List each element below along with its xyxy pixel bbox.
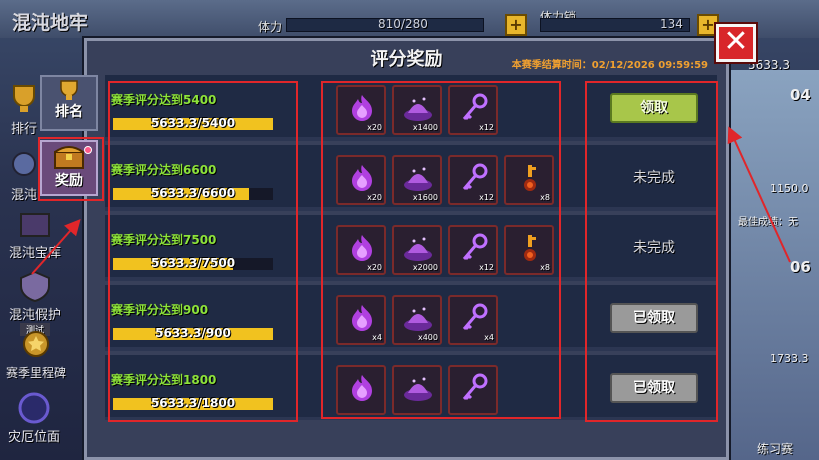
score-progress-bar: 5633.3/5400 <box>113 116 273 130</box>
trophy-icon <box>60 80 78 100</box>
reward-row: 赛季评分达到6600 5633.3/6600 x20 x1600 x12 x8 未完成 <box>105 145 717 211</box>
incomplete-status: 未完成 <box>633 170 675 186</box>
score-progress-text: 5633.3/7500 <box>150 256 236 270</box>
reward-row: 赛季评分达到5400 5633.3/5400 x20 x1400 x12 领取 <box>105 75 717 141</box>
reward-item-slot[interactable]: x4 <box>336 295 386 345</box>
reward-row-title: 赛季评分达到900 <box>111 303 209 317</box>
stamina-plus-button[interactable]: + <box>505 14 527 36</box>
reward-row-title: 赛季评分达到1800 <box>111 373 217 387</box>
reward-quantity: x8 <box>540 263 550 272</box>
side-item-label: 灾厄位面 <box>7 430 60 445</box>
reward-quantity: x4 <box>372 333 382 342</box>
bg-best-record: 最佳成绩：无 <box>738 217 798 228</box>
side-item-calamity-plane[interactable]: 灾厄位面 <box>0 392 72 445</box>
reward-quantity: x12 <box>479 123 494 132</box>
claimed-button[interactable]: 已领取 <box>610 303 698 333</box>
reward-quantity: x2000 <box>412 263 438 272</box>
side-item-season-milestone[interactable]: 赛季里程碑 <box>0 330 74 381</box>
reward-item-slot[interactable]: x1600 <box>392 155 442 205</box>
portal-icon <box>18 392 50 424</box>
reward-item-slot[interactable]: x12 <box>448 155 498 205</box>
reward-item-slot[interactable] <box>448 365 498 415</box>
reward-item-slot[interactable]: x2000 <box>392 225 442 275</box>
score-progress-text: 5633.3/1800 <box>150 396 236 410</box>
reward-row: 赛季评分达到7500 5633.3/7500 x20 x2000 x12 x8 未完成 <box>105 215 717 281</box>
reward-quantity: x1600 <box>412 193 438 202</box>
close-icon: ✕ <box>723 24 749 59</box>
chaos-icon <box>12 152 36 176</box>
reward-quantity: x20 <box>367 263 382 272</box>
reward-quantity: x8 <box>540 193 550 202</box>
bg-damage-value: 1150.0 <box>770 182 809 195</box>
reward-quantity: x20 <box>367 123 382 132</box>
reward-item-slot[interactable]: x1400 <box>392 85 442 135</box>
score-progress-bar: 5633.3/900 <box>113 326 273 340</box>
bg-rank-number: 04 <box>790 86 811 104</box>
reward-item-slot[interactable] <box>392 365 442 415</box>
side-item-label: 混沌假护 <box>8 308 61 323</box>
claimed-button[interactable]: 已领取 <box>610 373 698 403</box>
bg-rank-number: 06 <box>790 258 811 276</box>
incomplete-status: 未完成 <box>633 240 675 256</box>
vault-icon <box>20 213 50 237</box>
reward-item-slot[interactable]: x8 <box>504 225 554 275</box>
game-screen: { "background": { "title": "混沌地牢", "stam… <box>0 0 819 460</box>
reward-quantity: x4 <box>484 333 494 342</box>
stamina-value: 810/280 <box>378 17 428 31</box>
reward-row-title: 赛季评分达到6600 <box>111 163 217 177</box>
tab-label: 奖励 <box>55 173 83 189</box>
reward-quantity: x1400 <box>412 123 438 132</box>
treasure-chest-icon <box>54 146 84 169</box>
score-progress-bar: 5633.3/7500 <box>113 256 273 270</box>
tab-rank[interactable]: 排名 <box>40 75 98 131</box>
season-end-time: 本赛季结算时间：02/12/2026 09:59:59 <box>511 60 708 71</box>
side-item-label: 排行 <box>10 122 37 137</box>
reward-row-title: 赛季评分达到5400 <box>111 93 217 107</box>
reward-item-slot[interactable]: x12 <box>448 225 498 275</box>
reward-item-slot[interactable]: x20 <box>336 85 386 135</box>
reward-item-slot[interactable]: x4 <box>448 295 498 345</box>
dungeon-title: 混沌地牢 <box>12 12 89 34</box>
tab-label: 排名 <box>55 104 83 120</box>
claim-button[interactable]: 领取 <box>610 93 698 123</box>
notification-dot <box>84 146 92 154</box>
side-item-chaos-guard[interactable]: 混沌假护 测试 <box>0 270 70 336</box>
stamina-label: 体力 <box>258 20 283 34</box>
tab-reward[interactable]: 奖励 <box>40 140 98 196</box>
reward-row-title: 赛季评分达到7500 <box>111 233 217 247</box>
reward-item-slot[interactable]: x20 <box>336 155 386 205</box>
stamina-lock-value: 134 <box>660 17 683 31</box>
reward-quantity: x20 <box>367 193 382 202</box>
close-button[interactable]: ✕ <box>716 24 756 62</box>
score-progress-bar: 5633.3/1800 <box>113 396 273 410</box>
trophy-icon <box>13 85 35 112</box>
star-badge-icon <box>23 331 49 357</box>
score-progress-text: 5633.3/900 <box>155 326 231 340</box>
side-item-chaos-vault[interactable]: 混沌宝库 <box>0 208 70 261</box>
reward-item-slot[interactable] <box>336 365 386 415</box>
reward-quantity: x400 <box>417 333 438 342</box>
score-progress-text: 5633.3/6600 <box>150 186 236 200</box>
reward-row: 赛季评分达到900 5633.3/900 x4 x400 x4 已领取 <box>105 285 717 351</box>
reward-item-slot[interactable]: x8 <box>504 155 554 205</box>
reward-item-slot[interactable]: x12 <box>448 85 498 135</box>
shield-icon <box>20 270 50 302</box>
side-item-label: 赛季里程碑 <box>5 366 66 380</box>
side-item-label: 混沌 <box>10 188 37 203</box>
side-item-label: 混沌宝库 <box>8 246 61 261</box>
reward-quantity: x12 <box>479 193 494 202</box>
score-progress-text: 5633.3/5400 <box>150 116 236 130</box>
reward-item-slot[interactable]: x400 <box>392 295 442 345</box>
reward-list[interactable]: 赛季评分达到5400 5633.3/5400 x20 x1400 x12 领取 赛季评分达到… <box>105 75 717 420</box>
reward-quantity: x12 <box>479 263 494 272</box>
reward-row: 赛季评分达到1800 5633.3/1800 已领取 <box>105 355 717 420</box>
bg-score-value-2: 1733.3 <box>770 352 809 365</box>
practice-button-label[interactable]: 练习赛 <box>757 440 793 457</box>
score-progress-bar: 5633.3/6600 <box>113 186 273 200</box>
reward-item-slot[interactable]: x20 <box>336 225 386 275</box>
